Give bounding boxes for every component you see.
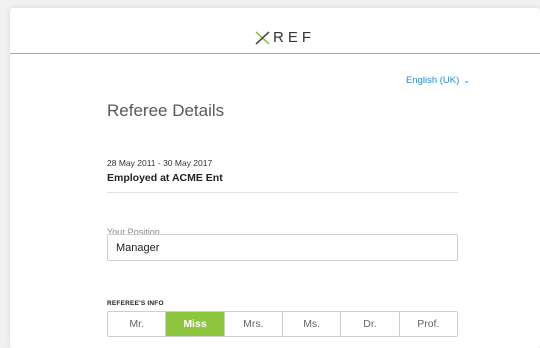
title-option-mr[interactable]: Mr. [108, 312, 167, 336]
divider [107, 192, 458, 193]
app-header: REF [10, 8, 540, 54]
xref-logo: REF [255, 30, 315, 46]
language-selector[interactable]: English (UK) ⌄ [406, 75, 470, 86]
referee-form-card: REF English (UK) ⌄ Referee Details 28 Ma… [10, 8, 540, 348]
referee-title-selector: Mr. Miss Mrs. Ms. Dr. Prof. [107, 311, 458, 337]
x-logo-icon [255, 31, 270, 45]
employment-date-range: 28 May 2011 - 30 May 2017 [107, 158, 213, 168]
title-option-prof[interactable]: Prof. [399, 312, 457, 336]
logo-text: REF [273, 29, 315, 46]
title-option-miss[interactable]: Miss [166, 312, 225, 336]
title-option-mrs[interactable]: Mrs. [224, 312, 283, 336]
chevron-down-icon: ⌄ [463, 75, 470, 85]
page-title: Referee Details [107, 101, 225, 120]
referee-info-heading: REFEREE'S INFO [107, 300, 164, 307]
title-option-dr[interactable]: Dr. [341, 312, 400, 336]
title-option-ms[interactable]: Ms. [282, 312, 342, 336]
employer-name: Employed at ACME Ent [107, 172, 223, 184]
language-label: English (UK) [405, 75, 460, 86]
position-input[interactable]: Manager [107, 234, 458, 261]
